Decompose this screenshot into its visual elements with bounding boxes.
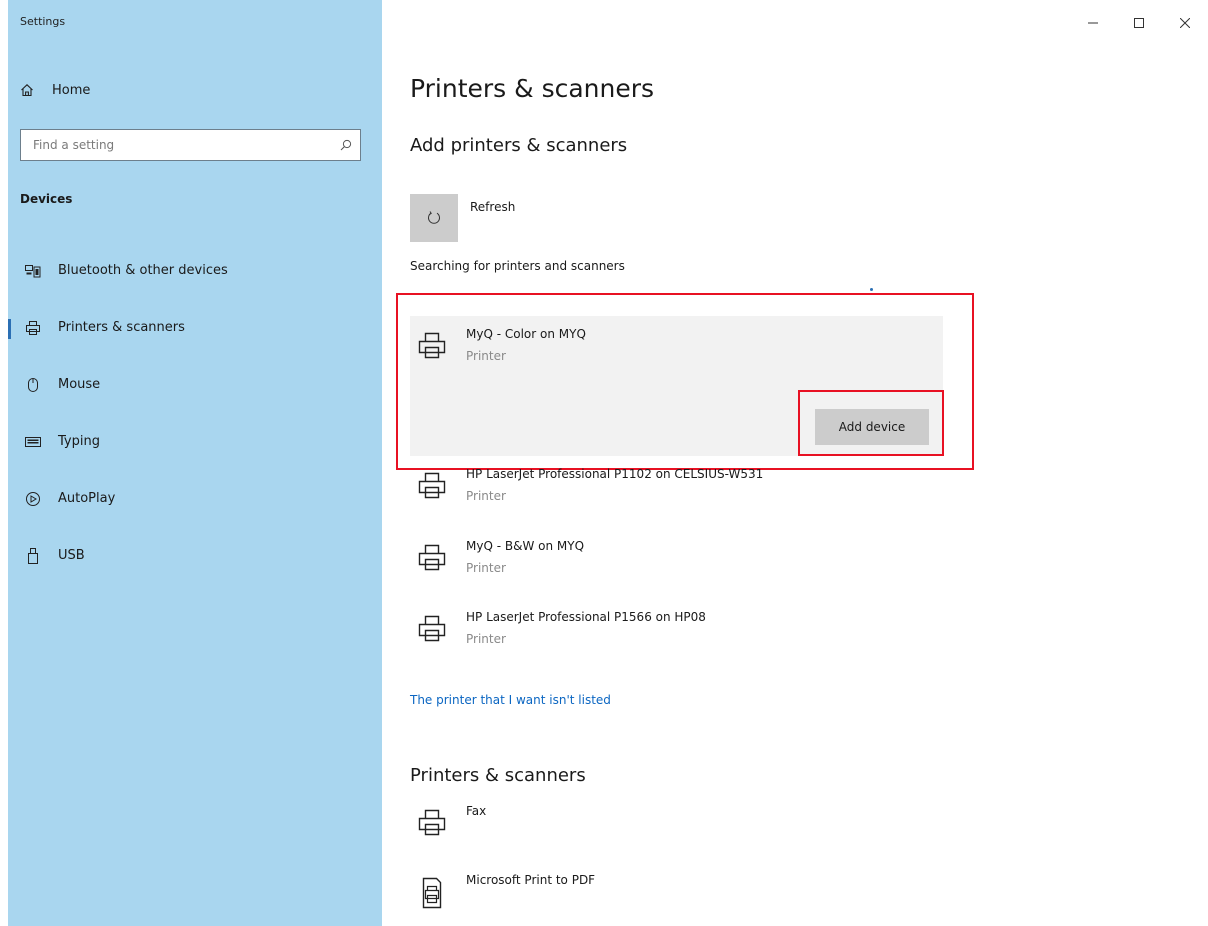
installed-section-title: Printers & scanners: [410, 765, 586, 786]
list-item-device[interactable]: HP LaserJet Professional P1102 on CELSIU…: [410, 464, 763, 504]
pdf-printer-icon: [410, 870, 454, 910]
device-name: HP LaserJet Professional P1566 on HP08: [466, 610, 706, 624]
list-item-device[interactable]: MyQ - B&W on MYQ Printer: [410, 536, 584, 576]
printer-icon: [24, 319, 42, 337]
page-title: Printers & scanners: [410, 74, 655, 103]
sidebar-item-usb[interactable]: USB: [8, 533, 382, 590]
list-item-device[interactable]: HP LaserJet Professional P1566 on HP08 P…: [410, 607, 706, 647]
sidebar-item-typing[interactable]: Typing: [8, 419, 382, 476]
printer-not-listed-link[interactable]: The printer that I want isn't listed: [410, 693, 611, 707]
device-type: Printer: [466, 632, 506, 646]
search-input[interactable]: [33, 131, 332, 159]
refresh-icon: [428, 211, 440, 224]
printer-icon: [410, 324, 454, 364]
device-type: Printer: [466, 489, 506, 503]
installed-name: Fax: [466, 804, 487, 818]
printer-icon: [410, 607, 454, 647]
add-section-title: Add printers & scanners: [410, 135, 628, 156]
sidebar-home-label: Home: [52, 82, 91, 98]
printer-icon: [410, 801, 454, 841]
bluetooth-devices-icon: [24, 262, 42, 280]
sidebar-home[interactable]: Home: [20, 78, 90, 102]
list-item-installed[interactable]: Fax: [410, 801, 486, 841]
usb-icon: [24, 547, 42, 565]
progress-indicator: [870, 288, 873, 291]
home-icon: [21, 84, 33, 97]
sidebar: Settings Home Devices Bluetooth & other …: [8, 0, 382, 926]
sidebar-item-label: Typing: [58, 434, 100, 449]
list-item-device[interactable]: MyQ - Color on MYQ Printer: [410, 324, 586, 364]
search-icon[interactable]: [332, 139, 360, 151]
device-name: MyQ - B&W on MYQ: [466, 539, 585, 553]
list-item-installed[interactable]: Microsoft Print to PDF: [410, 870, 595, 910]
installed-name: Microsoft Print to PDF: [466, 873, 596, 887]
device-name: HP LaserJet Professional P1102 on CELSIU…: [466, 467, 764, 481]
sidebar-item-label: Bluetooth & other devices: [58, 263, 228, 278]
searching-status: Searching for printers and scanners: [410, 259, 625, 273]
keyboard-icon: [24, 433, 42, 451]
sidebar-item-label: AutoPlay: [58, 491, 116, 506]
app-title: Settings: [20, 15, 66, 28]
sidebar-item-bluetooth[interactable]: Bluetooth & other devices: [8, 248, 382, 305]
refresh-button[interactable]: [410, 194, 458, 242]
sidebar-item-autoplay[interactable]: AutoPlay: [8, 476, 382, 533]
sidebar-item-mouse[interactable]: Mouse: [8, 362, 382, 419]
section-heading-devices: Devices: [20, 192, 73, 206]
sidebar-item-label: USB: [58, 548, 85, 563]
device-type: Printer: [466, 561, 506, 575]
sidebar-item-label: Mouse: [58, 377, 101, 392]
printer-icon: [410, 464, 454, 504]
sidebar-item-label: Printers & scanners: [58, 320, 185, 335]
device-type: Printer: [466, 349, 506, 363]
main-content: Printers & scanners Add printers & scann…: [396, 0, 1200, 926]
add-device-button[interactable]: Add device: [815, 409, 929, 445]
printer-icon: [410, 536, 454, 576]
sidebar-nav: Bluetooth & other devices Printers & sca…: [8, 248, 382, 590]
search-box: [20, 129, 361, 161]
sidebar-item-printers-scanners[interactable]: Printers & scanners: [8, 305, 382, 362]
device-name: MyQ - Color on MYQ: [466, 327, 586, 341]
mouse-icon: [24, 376, 42, 394]
refresh-label: Refresh: [470, 200, 516, 214]
autoplay-icon: [24, 490, 42, 508]
